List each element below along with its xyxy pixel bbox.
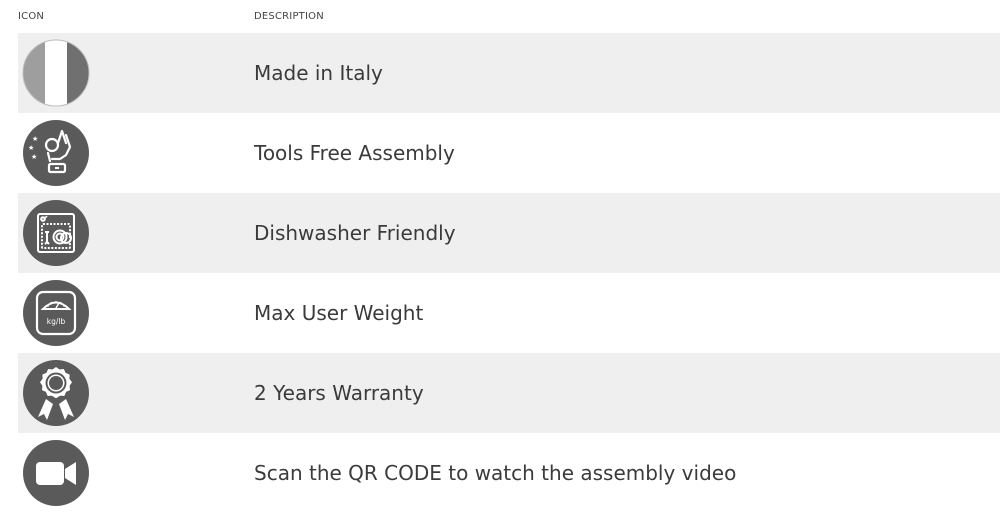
row-description: 2 Years Warranty: [254, 381, 424, 405]
row-description: Tools Free Assembly: [254, 141, 455, 165]
table-row: Scan the QR CODE to watch the assembly v…: [18, 433, 1000, 513]
dishwasher-icon: [22, 199, 90, 267]
column-header-icon: ICON: [18, 11, 45, 22]
video-camera-icon: [22, 439, 90, 507]
table-header: ICON DESCRIPTION: [18, 0, 1000, 33]
warranty-rosette-icon: [22, 359, 90, 427]
table-row: ★ ★ ★ Tools Free Assembly: [18, 113, 1000, 193]
row-description: Max User Weight: [254, 301, 424, 325]
italy-flag-icon: [22, 39, 90, 107]
table-row: 2 Years Warranty: [18, 353, 1000, 433]
table-row: Made in Italy: [18, 33, 1000, 113]
weight-unit-label: kg/lb: [47, 317, 66, 326]
svg-text:★: ★: [31, 153, 37, 161]
svg-text:★: ★: [32, 135, 38, 143]
column-header-description: DESCRIPTION: [254, 11, 324, 22]
tools-free-hand-icon: ★ ★ ★: [22, 119, 90, 187]
feature-table: ICON DESCRIPTION Made in Italy ★ ★ ★ Too…: [18, 0, 1000, 513]
weight-scale-icon: kg/lb: [22, 279, 90, 347]
row-description: Scan the QR CODE to watch the assembly v…: [254, 461, 737, 485]
table-row: kg/lb Max User Weight: [18, 273, 1000, 353]
table-row: Dishwasher Friendly: [18, 193, 1000, 273]
row-description: Dishwasher Friendly: [254, 221, 456, 245]
svg-text:★: ★: [28, 144, 34, 152]
row-description: Made in Italy: [254, 61, 383, 85]
